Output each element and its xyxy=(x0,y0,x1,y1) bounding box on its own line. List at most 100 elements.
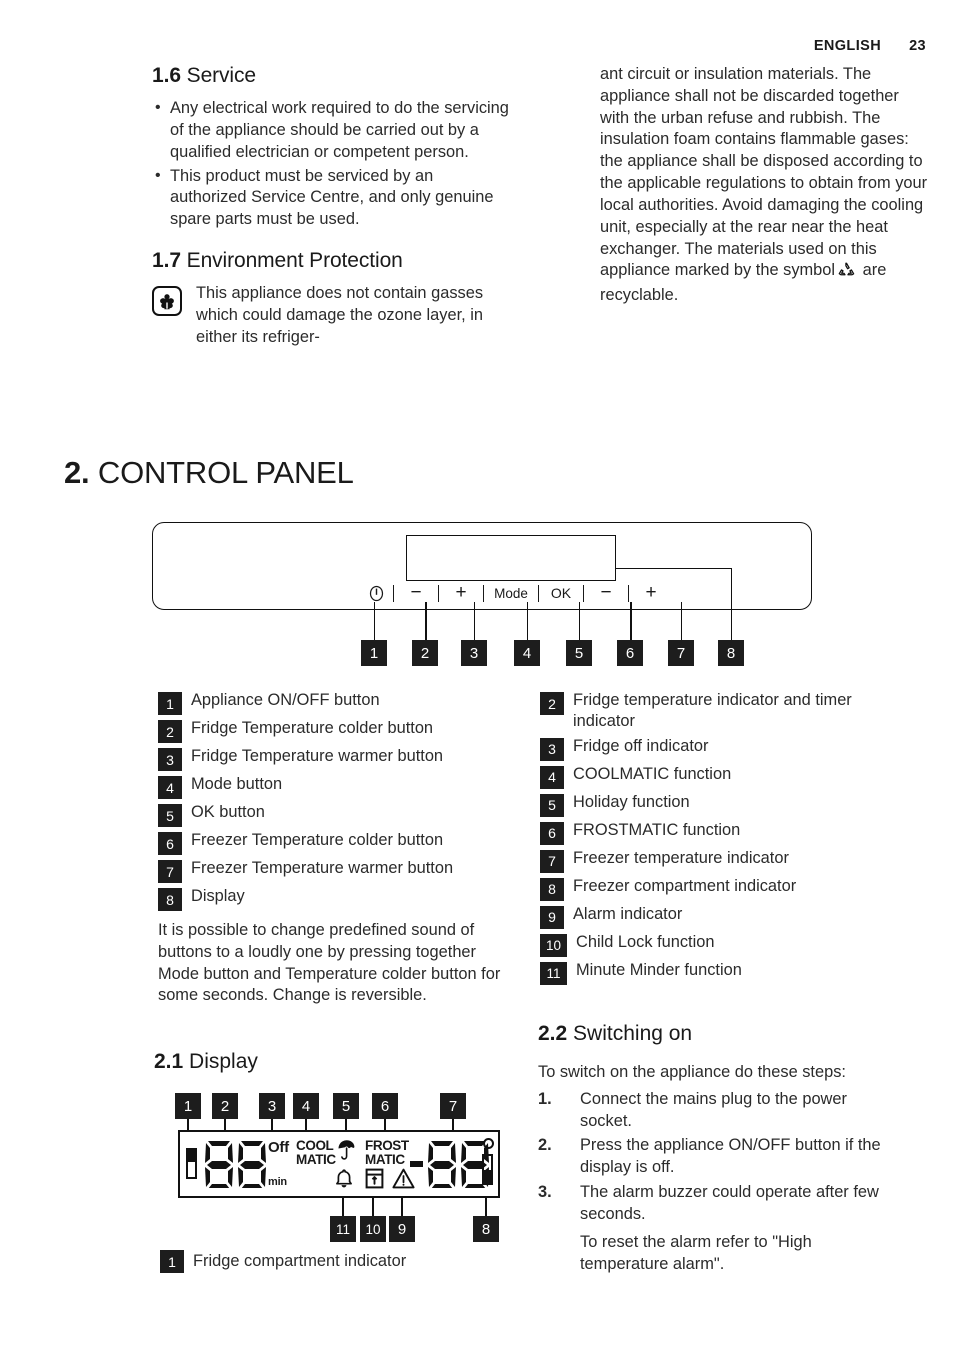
step-number: 3. xyxy=(538,1183,552,1202)
legend-badge: 5 xyxy=(158,804,182,827)
heading-1-7-number: 1.7 xyxy=(152,249,181,273)
display-leader-9 xyxy=(401,1198,403,1216)
legend-badge: 3 xyxy=(158,748,182,771)
callout-badge-5: 5 xyxy=(566,640,592,666)
leader-line-8-vertical xyxy=(730,568,732,640)
freezer-warmer-button[interactable]: + xyxy=(629,580,673,606)
ok-button[interactable]: OK xyxy=(539,580,583,606)
list-item: Any electrical work required to do the s… xyxy=(152,97,512,163)
legend-badge: 6 xyxy=(158,832,182,855)
legend-badge: 4 xyxy=(158,776,182,799)
legend-label: FROSTMATIC function xyxy=(573,820,741,839)
fridge-off-label: Off xyxy=(268,1139,289,1156)
legend-label: Alarm indicator xyxy=(573,904,683,923)
callout-badge-1: 1 xyxy=(361,640,387,666)
display-leader-10 xyxy=(372,1198,374,1216)
list-item: This product must be serviced by an auth… xyxy=(152,165,512,231)
legend-badge: 7 xyxy=(158,860,182,883)
legend-label: Fridge compartment indicator xyxy=(193,1251,407,1270)
display-callout-7: 7 xyxy=(440,1093,466,1119)
page-title: 2. CONTROL PANEL xyxy=(64,455,354,491)
header-page-number: 23 xyxy=(909,38,926,54)
list-item: 10 Child Lock function xyxy=(540,932,900,957)
display-callout-4: 4 xyxy=(293,1093,319,1119)
display-caption: 1 Fridge compartment indicator xyxy=(160,1250,406,1273)
heading-2-2-title: Switching on xyxy=(573,1022,693,1045)
list-item: 3 Fridge off indicator xyxy=(540,736,900,761)
fridge-warmer-button[interactable]: + xyxy=(439,580,483,606)
chapter-title: CONTROL PANEL xyxy=(97,455,354,490)
coolmatic-line-2: MATIC xyxy=(296,1151,336,1167)
display-callout-5: 5 xyxy=(333,1093,359,1119)
display-callout-10: 10 xyxy=(360,1216,386,1242)
freezer-minus-sign xyxy=(410,1161,423,1167)
callout-badge-3: 3 xyxy=(461,640,487,666)
list-item: 3 Fridge Temperature warmer button xyxy=(158,746,518,771)
legend-badge: 10 xyxy=(540,933,567,957)
legend-label: Freezer Temperature colder button xyxy=(191,831,444,849)
legend-label: Minute Minder function xyxy=(576,960,742,979)
legend-list-left: 1 Appliance ON/OFF button 2 Fridge Tempe… xyxy=(158,690,518,914)
legend-note-paragraph: It is possible to change predefined soun… xyxy=(158,921,501,1005)
service-bullet-list: Any electrical work required to do the s… xyxy=(152,97,512,231)
switching-on-intro: To switch on the appliance do these step… xyxy=(538,1063,846,1081)
display-callout-9: 9 xyxy=(389,1216,415,1242)
list-item: 7 Freezer Temperature warmer button xyxy=(158,858,518,883)
legend-badge: 6 xyxy=(540,821,564,845)
legend-label: OK button xyxy=(191,803,265,821)
legend-badge: 5 xyxy=(540,793,564,817)
legend-badge: 8 xyxy=(540,877,564,901)
control-panel-button-row: − + Mode OK − + xyxy=(359,580,689,606)
leader-line-4 xyxy=(527,602,529,640)
heading-2-2: 2.2 Switching on xyxy=(538,1022,692,1046)
legend-label: Holiday function xyxy=(573,792,690,811)
freezer-temperature-digits xyxy=(427,1140,489,1193)
legend-label: Freezer Temperature warmer button xyxy=(191,859,454,877)
fridge-colder-button[interactable]: − xyxy=(394,580,438,606)
display-callout-3: 3 xyxy=(259,1093,285,1119)
callout-badge-6: 6 xyxy=(617,640,643,666)
leader-line-3 xyxy=(474,602,476,640)
freezer-compartment-bar xyxy=(482,1154,493,1185)
frostmatic-line-2: MATIC xyxy=(365,1151,405,1167)
fridge-temperature-digits xyxy=(204,1140,266,1193)
legend-badge: 11 xyxy=(540,961,567,985)
list-item: 5 OK button xyxy=(158,802,518,827)
power-icon[interactable] xyxy=(359,580,393,606)
display-leader-8 xyxy=(485,1198,487,1216)
frostmatic-line-1: FROST xyxy=(365,1138,409,1153)
legend-badge: 9 xyxy=(540,905,564,929)
list-item: 3. The alarm buzzer could operate after … xyxy=(538,1182,898,1226)
manual-page: ENGLISH23 1.6 Service Any electrical wor… xyxy=(0,0,954,1352)
leader-line-6 xyxy=(630,602,632,640)
list-item: 1. Connect the mains plug to the power s… xyxy=(538,1089,898,1133)
legend-label: Fridge Temperature colder button xyxy=(191,719,434,737)
lcd-screen: Off min COOL MATIC FROST MATIC xyxy=(178,1130,500,1198)
switching-on-body: To switch on the appliance do these step… xyxy=(538,1062,898,1275)
list-item: 2. Press the appliance ON/OFF button if … xyxy=(538,1135,898,1179)
step-text: The alarm buzzer could operate after few… xyxy=(580,1183,879,1223)
left-column: 1.6 Service Any electrical work required… xyxy=(152,64,512,349)
legend-label: Mode button xyxy=(191,775,283,793)
heading-1-6: 1.6 Service xyxy=(152,64,512,88)
switching-on-closing: To reset the alarm refer to "High temper… xyxy=(580,1232,812,1273)
legend-label: Freezer compartment indicator xyxy=(573,876,797,895)
legend-badge: 1 xyxy=(158,692,182,715)
list-item: 4 COOLMATIC function xyxy=(540,764,900,789)
display-leader-11 xyxy=(342,1198,344,1216)
display-callout-11: 11 xyxy=(330,1216,356,1242)
step-text: Press the appliance ON/OFF button if the… xyxy=(580,1136,881,1177)
page-header: ENGLISH 23 xyxy=(0,38,954,54)
switching-on-steps: 1. Connect the mains plug to the power s… xyxy=(538,1089,898,1226)
mode-button[interactable]: Mode xyxy=(484,580,538,606)
heading-1-6-number: 1.6 xyxy=(152,64,181,87)
list-item: 5 Holiday function xyxy=(540,792,900,817)
step-text: Connect the mains plug to the power sock… xyxy=(580,1089,847,1130)
recycle-icon xyxy=(837,261,856,285)
control-panel-figure: − + Mode OK − + 1 2 3 4 5 6 7 8 xyxy=(152,522,812,672)
step-number: 1. xyxy=(538,1089,552,1108)
leader-line-5 xyxy=(579,602,581,640)
heading-2-1: 2.1 Display xyxy=(154,1050,258,1074)
environment-text-left: This appliance does not contain gasses w… xyxy=(196,284,484,346)
freezer-colder-button[interactable]: − xyxy=(584,580,628,606)
